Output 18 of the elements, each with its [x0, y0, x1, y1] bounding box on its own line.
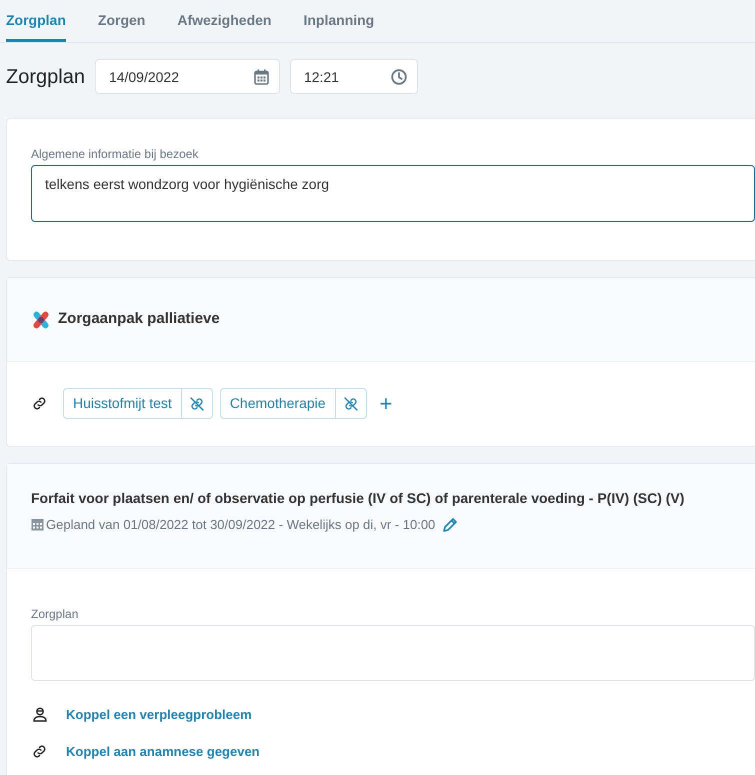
- tag-label: Huisstofmijt test: [72, 394, 173, 413]
- time-field[interactable]: 12:21: [290, 59, 418, 94]
- tab[interactable]: Zorgplan: [6, 0, 66, 42]
- date-field[interactable]: 14/09/2022: [94, 59, 280, 94]
- page-title: Zorgplan: [6, 64, 85, 88]
- link[interactable]: Koppel een verpleegprobleem: [66, 705, 252, 724]
- info-field[interactable]: telkens eerst wondzorg voor hygiënische zorg: [31, 165, 755, 222]
- schedule-text: Gepland van 01/08/2022 tot 30/09/2022 - Wekelijks op di, vr - 10:00: [46, 516, 436, 534]
- tab[interactable]: Zorgen: [98, 0, 146, 42]
- field-label: Algemene informatie bij bezoek: [31, 146, 200, 163]
- field-label: Zorgplan: [31, 606, 80, 623]
- care-title: Forfait voor plaatsen en/ of observatie op perfusie (IV of SC) of parenterale voeding - P(IV) (SC) (V): [31, 490, 686, 507]
- link[interactable]: Koppel aan anamnese gegeven: [66, 742, 260, 761]
- tag-label: Chemotherapie: [228, 394, 327, 413]
- tab[interactable]: Afwezigheden: [177, 0, 272, 42]
- tab[interactable]: Inplanning: [303, 0, 374, 42]
- section-title: Zorgaanpak palliatieve: [58, 309, 220, 330]
- add-button[interactable]: +: [374, 392, 398, 414]
